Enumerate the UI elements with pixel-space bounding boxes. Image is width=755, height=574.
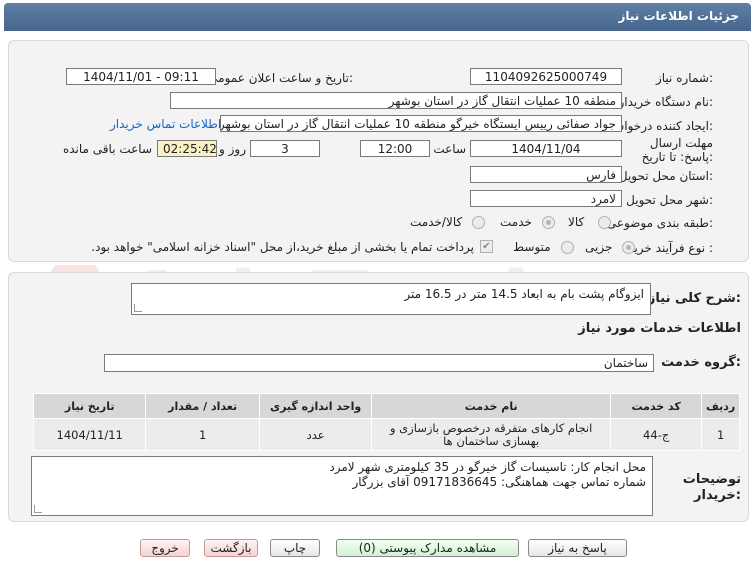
cell-row-number: 1 [701,418,740,451]
process-option-medium: متوسط [513,240,551,254]
page-header: جزئیات اطلاعات نیاز [4,3,751,31]
need-number-label: شماره نیاز: [655,71,713,85]
service-group-field: ساختمان [104,354,654,372]
col-need-date: تاریخ نیاز [32,393,147,419]
summary-field: ایزوگام پشت بام به ابعاد 14.5 متر در 16.… [131,283,651,315]
city-field: لامرد [470,190,622,207]
city-label: شهر محل تحویل: [626,193,713,207]
col-service-name: نام خدمت [371,393,612,419]
category-radio-goods[interactable] [598,216,611,229]
province-field: فارس [470,166,622,183]
announce-date-label: تاریخ و ساعت اعلان عمومی: [208,71,353,85]
category-radio-goods-service[interactable] [472,216,485,229]
col-service-code: کد خدمت [610,393,703,419]
process-option-minor: جزیی [585,240,613,254]
page-title: جزئیات اطلاعات نیاز [618,9,739,23]
buyer-contact-link[interactable]: اطلاعات تماس خریدار [110,117,221,131]
table-row: 1 ج-44 انجام کارهای متفرقه درخصوص بازساز… [32,418,740,451]
col-unit: واحد اندازه گیری [258,393,373,419]
remaining-time-label: ساعت باقی مانده [62,142,152,156]
deadline-time-field: 12:00 [360,140,430,157]
cell-need-date: 1404/11/11 [32,418,147,451]
resize-grip-icon[interactable] [34,505,42,513]
deadline-time-label: ساعت [433,142,466,156]
deadline-date-field: 1404/11/04 [470,140,622,157]
days-label: روز و [219,142,246,156]
cell-service-name: انجام کارهای متفرقه درخصوص بازسازی و بهس… [371,418,612,451]
cell-service-code: ج-44 [610,418,703,451]
creator-field: جواد صفائی رییس ایستگاه خیرگو منطقه 10 ع… [220,115,622,132]
category-option-goods-service: کالا/خدمت [410,215,463,229]
reply-button[interactable]: پاسخ به نیاز [528,539,627,557]
col-row-number: ردیف [701,393,740,419]
services-heading: اطلاعات خدمات مورد نیاز [578,321,741,336]
attachments-button[interactable]: مشاهده مدارک پیوستی (0) [336,539,519,557]
services-table: ردیف کد خدمت نام خدمت واحد اندازه گیری ت… [32,393,740,451]
treasury-payment-text: پرداخت تمام یا بخشی از مبلغ خرید،از محل … [91,240,474,254]
deadline-label: مهلت ارسال پاسخ: تا تاریخ: [641,136,713,164]
resize-grip-icon[interactable] [134,304,142,312]
category-label: طبقه بندی موضوعی: [606,216,713,230]
category-option-goods: کالا [568,215,585,229]
table-header-row: ردیف کد خدمت نام خدمت واحد اندازه گیری ت… [32,393,740,419]
buyer-org-label: نام دستگاه خریدار: [618,95,714,109]
back-button[interactable]: بازگشت [204,539,258,557]
category-option-service: خدمت [500,215,532,229]
category-radio-service[interactable] [542,216,555,229]
buyer-notes-field: محل انجام کار: تاسیسات گاز خیرگو در 35 ک… [31,456,653,516]
buyer-notes-label: توضیحات خریدار: [682,472,741,503]
remaining-time-field: 02:25:42 [157,140,217,157]
province-label: استان محل تحویل: [618,169,713,183]
buyer-notes-line-1: محل انجام کار: تاسیسات گاز خیرگو در 35 ک… [329,460,646,474]
print-button[interactable]: چاپ [270,539,320,557]
need-number-field: 1104092625000749 [470,68,622,85]
buyer-notes-line-2: شماره تماس جهت هماهنگی: 09171836645 آقای… [352,475,646,489]
process-label: نوع فرآیند خرید : [628,241,713,255]
exit-button[interactable]: خروج [140,539,190,557]
days-remaining-field: 3 [250,140,320,157]
announce-date-field: 1404/11/01 - 09:11 [66,68,216,85]
service-group-label: گروه خدمت: [661,355,741,370]
summary-text: ایزوگام پشت بام به ابعاد 14.5 متر در 16.… [404,287,644,301]
col-quantity: تعداد / مقدار [145,393,260,419]
cell-quantity: 1 [145,418,260,451]
process-radio-medium[interactable] [561,241,574,254]
treasury-checkbox[interactable]: ✔ [480,240,493,253]
buyer-org-field: منطقه 10 عملیات انتقال گاز در استان بوشه… [170,92,622,109]
summary-label: شرح کلی نیاز: [647,291,741,306]
process-radio-minor[interactable] [622,241,635,254]
cell-unit: عدد [258,418,373,451]
